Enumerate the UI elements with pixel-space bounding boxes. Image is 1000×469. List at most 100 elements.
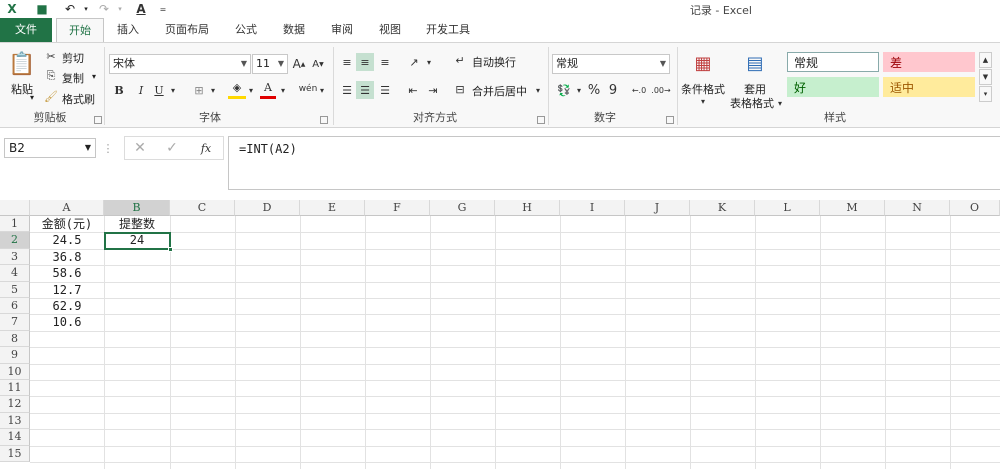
decrease-indent-icon[interactable]: ⇤ [404, 81, 422, 99]
column-header-b[interactable]: B [104, 200, 170, 216]
align-right-icon[interactable]: ☰ [376, 81, 394, 99]
number-format-select[interactable]: 常规 ▼ [552, 54, 670, 74]
column-header-h[interactable]: H [495, 200, 560, 216]
italic-button[interactable]: I [134, 81, 148, 99]
tab-insert[interactable]: 插入 [106, 18, 150, 42]
row-header-13[interactable]: 13 [0, 412, 30, 430]
underline-dropdown-icon[interactable]: ▾ [168, 83, 178, 97]
column-header-k[interactable]: K [690, 200, 755, 216]
style-good[interactable]: 好 [787, 77, 879, 97]
align-middle-icon[interactable]: ≡ [356, 53, 374, 71]
borders-dropdown-icon[interactable]: ▾ [208, 83, 218, 97]
worksheet-grid[interactable]: A B C D E F G H I J K L M N O 1 2 3 4 5 … [0, 200, 1000, 469]
conditional-formatting-icon[interactable]: ▦ [690, 49, 716, 77]
font-launcher-icon[interactable] [320, 116, 328, 124]
style-bad[interactable]: 差 [883, 52, 975, 72]
column-header-a[interactable]: A [30, 200, 104, 216]
insert-function-icon[interactable]: fx [196, 140, 216, 156]
orientation-icon[interactable]: ↗ [404, 53, 424, 71]
fill-handle[interactable] [168, 246, 173, 252]
row-header-12[interactable]: 12 [0, 396, 30, 413]
paste-icon[interactable]: 📋 [8, 49, 36, 79]
phonetic-guide-icon[interactable]: wén [298, 79, 318, 99]
decrease-decimal-icon[interactable]: .00→ [651, 81, 670, 99]
fill-color-dropdown-icon[interactable]: ▾ [246, 83, 256, 97]
format-as-table-icon[interactable]: ▤ [742, 49, 768, 77]
row-header-3[interactable]: 3 [0, 248, 30, 266]
cell-a7[interactable]: 10.6 [30, 314, 104, 330]
style-neutral[interactable]: 适中 [883, 77, 975, 97]
row-header-15[interactable]: 15 [0, 445, 30, 462]
align-top-icon[interactable]: ≡ [338, 53, 356, 71]
fill-color-icon[interactable]: ◈ [228, 79, 246, 99]
column-header-c[interactable]: C [170, 200, 235, 216]
align-center-icon[interactable]: ☰ [356, 81, 374, 99]
cell-a1[interactable]: 金额(元) [30, 216, 104, 232]
column-header-o[interactable]: O [950, 200, 1000, 216]
paste-dropdown-icon[interactable]: ▾ [30, 93, 34, 102]
copy-icon[interactable]: ⎘ [44, 69, 58, 83]
merge-dropdown-icon[interactable]: ▾ [533, 83, 543, 97]
comma-style-button[interactable]: 9 [606, 81, 620, 99]
cell-b1[interactable]: 提整数 [104, 216, 170, 232]
format-as-table-dropdown-icon[interactable]: ▾ [776, 97, 784, 109]
column-header-d[interactable]: D [235, 200, 300, 216]
row-header-6[interactable]: 6 [0, 298, 30, 315]
row-header-5[interactable]: 5 [0, 281, 30, 298]
underline-button[interactable]: U [152, 81, 166, 99]
copy-dropdown-icon[interactable]: ▾ [92, 72, 96, 81]
align-bottom-icon[interactable]: ≡ [376, 53, 394, 71]
decrease-font-icon[interactable]: A ▼ [311, 55, 325, 73]
cut-icon[interactable]: ✂ [44, 49, 58, 63]
phonetic-dropdown-icon[interactable]: ▾ [317, 83, 327, 97]
font-color-icon[interactable]: A [260, 79, 276, 99]
tab-page-layout[interactable]: 页面布局 [154, 18, 220, 42]
wrap-text-button[interactable]: 自动换行 [472, 54, 516, 70]
column-header-m[interactable]: M [820, 200, 885, 216]
borders-icon[interactable]: ⊞ [190, 81, 208, 99]
format-painter-button[interactable]: 格式刷 [62, 91, 95, 107]
column-header-j[interactable]: J [625, 200, 690, 216]
row-header-9[interactable]: 9 [0, 347, 30, 364]
styles-more-icon[interactable]: ▾ [979, 86, 992, 102]
column-header-e[interactable]: E [300, 200, 365, 216]
bold-button[interactable]: B [112, 81, 126, 99]
increase-indent-icon[interactable]: ⇥ [424, 81, 442, 99]
number-launcher-icon[interactable] [666, 116, 674, 124]
wrap-text-icon[interactable]: ↵ [452, 52, 468, 68]
row-header-8[interactable]: 8 [0, 330, 30, 348]
alignment-launcher-icon[interactable] [537, 116, 545, 124]
format-painter-icon[interactable]: 🖌 [44, 89, 58, 103]
percent-button[interactable]: % [586, 81, 602, 99]
cell-a3[interactable]: 36.8 [30, 249, 104, 265]
font-size-select[interactable]: 11 ▼ [252, 54, 288, 74]
increase-decimal-icon[interactable]: ←.0 [630, 81, 648, 99]
font-name-select[interactable]: 宋体 ▼ [109, 54, 251, 74]
style-normal[interactable]: 常规 [787, 52, 879, 72]
cancel-icon[interactable]: ✕ [132, 140, 148, 156]
increase-font-icon[interactable]: A ▲ [292, 55, 306, 73]
tab-developer[interactable]: 开发工具 [416, 18, 480, 42]
cell-a2[interactable]: 24.5 [30, 232, 104, 248]
chevron-down-icon[interactable]: ▼ [85, 139, 91, 157]
align-left-icon[interactable]: ☰ [338, 81, 356, 99]
column-header-l[interactable]: L [755, 200, 820, 216]
styles-scroll-up-icon[interactable]: ▲ [979, 52, 992, 68]
column-header-n[interactable]: N [885, 200, 950, 216]
row-header-14[interactable]: 14 [0, 429, 30, 446]
row-header-11[interactable]: 11 [0, 380, 30, 397]
font-color-dropdown-icon[interactable]: ▾ [278, 83, 288, 97]
copy-button[interactable]: 复制 [62, 70, 84, 86]
tab-review[interactable]: 审阅 [320, 18, 364, 42]
row-header-4[interactable]: 4 [0, 265, 30, 282]
tab-data[interactable]: 数据 [272, 18, 316, 42]
column-header-f[interactable]: F [365, 200, 430, 216]
row-header-2[interactable]: 2 [0, 232, 30, 249]
format-as-table-label-2[interactable]: 表格格式 [730, 95, 774, 111]
tab-view[interactable]: 视图 [368, 18, 412, 42]
accounting-format-icon[interactable]: 💱 [554, 81, 574, 99]
merge-center-button[interactable]: 合并后居中 [472, 83, 527, 99]
cell-a5[interactable]: 12.7 [30, 282, 104, 298]
formula-input[interactable]: =INT(A2) [228, 136, 1000, 190]
tab-formulas[interactable]: 公式 [224, 18, 268, 42]
